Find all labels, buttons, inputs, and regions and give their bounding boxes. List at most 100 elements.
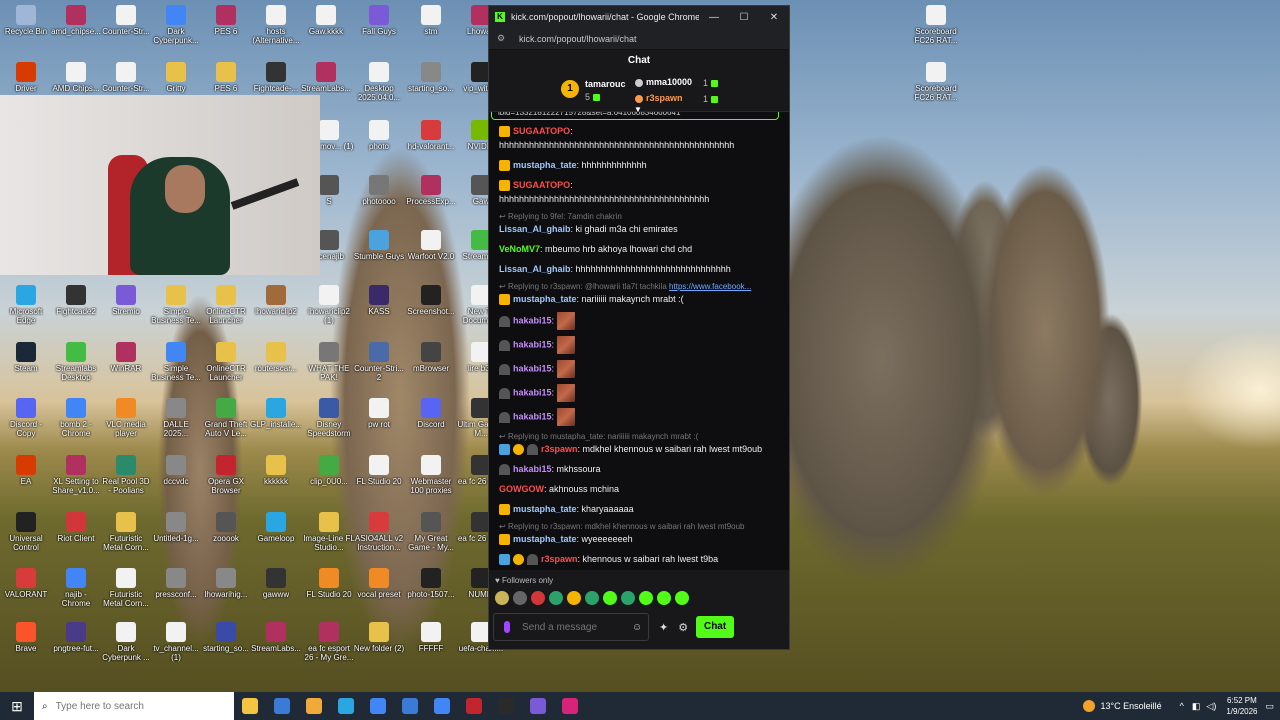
desktop-icon[interactable]: Universal Control [0, 512, 52, 552]
emote-icon[interactable] [639, 591, 653, 605]
chat-input-container[interactable]: ☺ [493, 613, 649, 641]
desktop-icon[interactable]: FL Studio 20 [353, 455, 405, 495]
taskbar-app-icon[interactable] [330, 692, 362, 720]
url-text[interactable]: kick.com/popout/lhowarii/chat [519, 34, 637, 44]
emote-icon[interactable] [675, 591, 689, 605]
emote-icon[interactable] [531, 591, 545, 605]
emote-icon[interactable] [495, 591, 509, 605]
desktop-icon[interactable]: Warfoot V2.0 [405, 230, 457, 270]
desktop-icon[interactable]: XL Setting to Share_v1.0... [50, 455, 102, 495]
desktop-icon[interactable]: Counter-Stri... 2 [353, 342, 405, 382]
desktop-icon[interactable]: GLP_installe... [250, 398, 302, 438]
desktop-icon[interactable]: WHAT THE PAK! [303, 342, 355, 382]
desktop-icon[interactable]: Desktop 2025.04.0... [353, 62, 405, 102]
desktop-icon[interactable]: Dark Cyberpunk... [150, 5, 202, 45]
desktop-icon[interactable]: Futuristic Metal Corn... [100, 568, 152, 608]
close-icon[interactable]: ✕ [759, 12, 789, 23]
user-badge-icon[interactable] [499, 315, 510, 327]
clock[interactable]: 6:52 PM 1/9/2026 [1226, 695, 1257, 717]
emote-image[interactable] [556, 408, 575, 426]
desktop-icon[interactable]: routerscar... [250, 342, 302, 382]
desktop-icon[interactable]: WinRAR [100, 342, 152, 382]
leader-third-name[interactable]: r3spawn [646, 93, 683, 103]
emote-image[interactable] [556, 360, 575, 378]
desktop-icon[interactable]: amd_chipse... [50, 5, 102, 45]
user-badge-icon[interactable] [527, 444, 538, 456]
desktop-icon[interactable]: zooook [200, 512, 252, 552]
desktop-icon[interactable]: Discord - Copy [0, 398, 52, 438]
desktop-icon[interactable]: New folder (2) [353, 622, 405, 662]
chat-message[interactable]: mustapha_tate: hhhhhhhhhhhhh [499, 158, 783, 172]
desktop-icon[interactable]: lhowariclip2 [250, 285, 302, 325]
reply-context[interactable]: ↩ Replying to 9fel: 7amdin chakrin [499, 212, 783, 221]
chat-username[interactable]: hakabi15 [513, 339, 552, 349]
chat-username[interactable]: mustapha_tate [513, 504, 577, 514]
chat-username[interactable]: Lissan_Al_ghaib [499, 264, 571, 274]
leader-second-name[interactable]: mma10000 [646, 77, 692, 87]
desktop-icon[interactable]: pngtree-fut... [50, 622, 102, 662]
chat-settings-icon[interactable]: ⚙ [678, 621, 688, 634]
desktop-icon[interactable]: Stumble Guys [353, 230, 405, 270]
desktop-icon[interactable]: Webmaster 100 proxies [405, 455, 457, 495]
chat-message[interactable]: hakabi15: [499, 312, 783, 330]
chat-username[interactable]: Lissan_Al_ghaib [499, 224, 571, 234]
desktop-icon[interactable]: starting_so... [200, 622, 252, 662]
emote-image[interactable] [556, 384, 575, 402]
chat-message[interactable]: mustapha_tate: kharyaaaaaa [499, 502, 783, 516]
desktop-icon[interactable]: KASS [353, 285, 405, 325]
chat-username[interactable]: SUGAATOPO [513, 180, 570, 190]
desktop-icon[interactable]: OnlineCTR Launcher [200, 342, 252, 382]
desktop-icon[interactable]: starting_so... [405, 62, 457, 102]
chat-username[interactable]: hakabi15 [513, 387, 552, 397]
chat-message[interactable]: VeNoMV7: mbeumo hrb akhoya lhowari chd c… [499, 242, 783, 256]
chat-username[interactable]: hakabi15 [513, 464, 552, 474]
chat-username[interactable]: r3spawn [541, 444, 578, 454]
chat-username[interactable]: mustapha_tate [513, 160, 577, 170]
weather-text[interactable]: 13°C Ensoleillé [1101, 701, 1162, 711]
desktop-icon[interactable]: Futuristic Metal Corn... [100, 512, 152, 552]
desktop-icon[interactable]: OnlineCTR Launcher [200, 285, 252, 325]
emote-icon[interactable] [585, 591, 599, 605]
reply-link[interactable]: https://www.facebook... [669, 282, 751, 291]
chat-input[interactable] [522, 621, 632, 633]
desktop-icon[interactable]: lhowariclip2 (1) [303, 285, 355, 325]
subscriber-badge-icon[interactable] [499, 504, 510, 516]
chat-username[interactable]: hakabi15 [513, 315, 552, 325]
desktop-icon[interactable]: StreamLabs... [250, 622, 302, 662]
chat-username[interactable]: mustapha_tate [513, 294, 577, 304]
reply-context[interactable]: ↩ Replying to r3spawn: mdkhel khennous w… [499, 522, 783, 531]
desktop-icon[interactable]: photo [353, 120, 405, 160]
desktop-icon[interactable]: Microsoft Edge [0, 285, 52, 325]
weather-sun-icon[interactable] [1082, 700, 1095, 712]
chat-message[interactable]: hakabi15: mkhssoura [499, 462, 783, 476]
emoji-picker-icon[interactable]: ☺ [632, 622, 642, 633]
taskbar-app-icon[interactable] [458, 692, 490, 720]
chat-username[interactable]: hakabi15 [513, 363, 552, 373]
chat-messages[interactable]: ibid=1332181222715728&set=a.641060834660… [489, 112, 789, 570]
desktop-icon[interactable]: Screenshot... [405, 285, 457, 325]
chat-message[interactable]: hakabi15: [499, 408, 783, 426]
emote-icon[interactable] [657, 591, 671, 605]
chat-username[interactable]: mustapha_tate [513, 534, 577, 544]
desktop-icon[interactable]: DALLE 2025... [150, 398, 202, 438]
desktop-icon[interactable]: Fightcade2 [50, 285, 102, 325]
desktop-icon[interactable]: Simple Business Te... [150, 342, 202, 382]
subscriber-badge-icon[interactable] [499, 180, 510, 192]
desktop-icon[interactable]: Discord [405, 398, 457, 438]
desktop-icon[interactable]: Streamlabs Desktop [50, 342, 102, 382]
user-badge-icon[interactable] [499, 387, 510, 399]
taskbar-app-icon[interactable] [266, 692, 298, 720]
chat-message[interactable]: mustapha_tate: wyeeeeeeeh [499, 532, 783, 546]
desktop-icon[interactable]: bomb 2 - Chrome [50, 398, 102, 438]
emote-icon[interactable] [549, 591, 563, 605]
desktop-icon[interactable]: Untitled-1g... [150, 512, 202, 552]
desktop-icon[interactable]: photoooo [353, 175, 405, 215]
desktop-icon[interactable]: pressconf... [150, 568, 202, 608]
desktop-icon[interactable]: Opera GX Browser [200, 455, 252, 495]
desktop-icon[interactable]: Image-Line FL Studio... [303, 512, 355, 552]
emote-icon[interactable] [603, 591, 617, 605]
address-bar[interactable]: ⚙ kick.com/popout/lhowarii/chat [489, 28, 789, 50]
desktop-icon[interactable]: Fall Guys [353, 5, 405, 45]
taskbar-app-icon[interactable] [394, 692, 426, 720]
desktop-icon[interactable]: Brave [0, 622, 52, 662]
